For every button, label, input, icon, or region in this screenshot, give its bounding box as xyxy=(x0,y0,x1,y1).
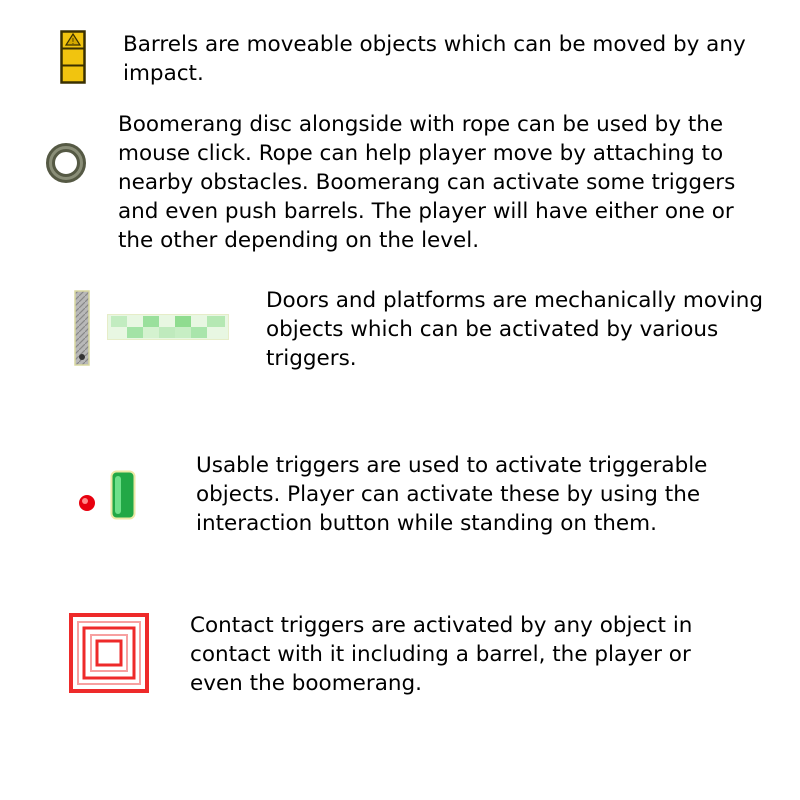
text-line: even the boomerang. xyxy=(190,671,423,696)
boomerang-description: Boomerang disc alongside with rope can b… xyxy=(118,110,735,255)
text-line: the other depending on the level. xyxy=(118,228,480,253)
green-lever-trigger-icon xyxy=(110,470,136,524)
text-line: impact. xyxy=(123,61,204,86)
text-line: triggers. xyxy=(266,346,357,371)
door-icon xyxy=(73,290,91,370)
text-line: nearby obstacles. Boomerang can activate… xyxy=(118,170,736,195)
boomerang-disc-icon xyxy=(45,142,87,188)
contact-trigger-description: Contact triggers are activated by any ob… xyxy=(190,611,692,698)
platform-icon xyxy=(107,314,229,344)
usable-triggers-description: Usable triggers are used to activate tri… xyxy=(196,451,707,538)
text-line: and even push barrels. The player will h… xyxy=(118,199,734,224)
text-line: objects which can be activated by variou… xyxy=(266,317,719,342)
text-line: Boomerang disc alongside with rope can b… xyxy=(118,112,724,137)
red-button-trigger-icon xyxy=(76,492,98,518)
door-platform-description: Doors and platforms are mechanically mov… xyxy=(266,286,763,373)
text-line: contact with it including a barrel, the … xyxy=(190,642,691,667)
text-line: Contact triggers are activated by any ob… xyxy=(190,613,693,638)
text-line: Barrels are moveable objects which can b… xyxy=(123,32,746,57)
barrel-description: Barrels are moveable objects which can b… xyxy=(123,30,746,88)
text-line: mouse click. Rope can help player move b… xyxy=(118,141,724,166)
text-line: Doors and platforms are mechanically mov… xyxy=(266,288,763,313)
barrel-icon: ! xyxy=(60,30,86,88)
text-line: Usable triggers are used to activate tri… xyxy=(196,453,708,478)
text-line: objects. Player can activate these by us… xyxy=(196,482,701,507)
svg-text:!: ! xyxy=(71,37,74,46)
text-line: interaction button while standing on the… xyxy=(196,511,657,536)
contact-trigger-icon xyxy=(68,612,150,698)
